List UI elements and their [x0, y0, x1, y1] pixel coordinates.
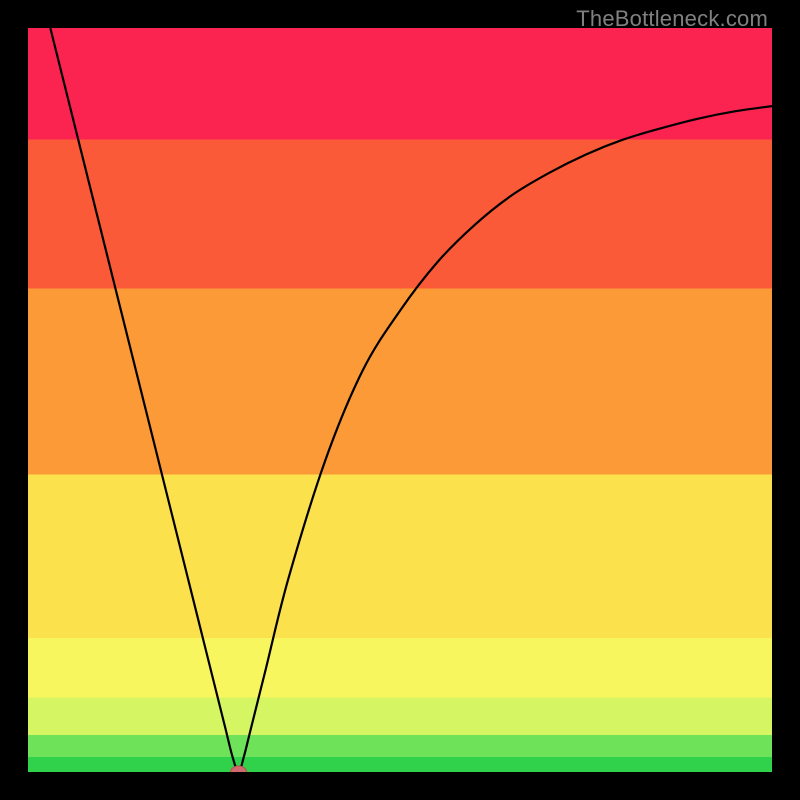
gradient-background: [28, 28, 772, 772]
chart-frame: [28, 28, 772, 772]
bottleneck-chart: [28, 28, 772, 772]
